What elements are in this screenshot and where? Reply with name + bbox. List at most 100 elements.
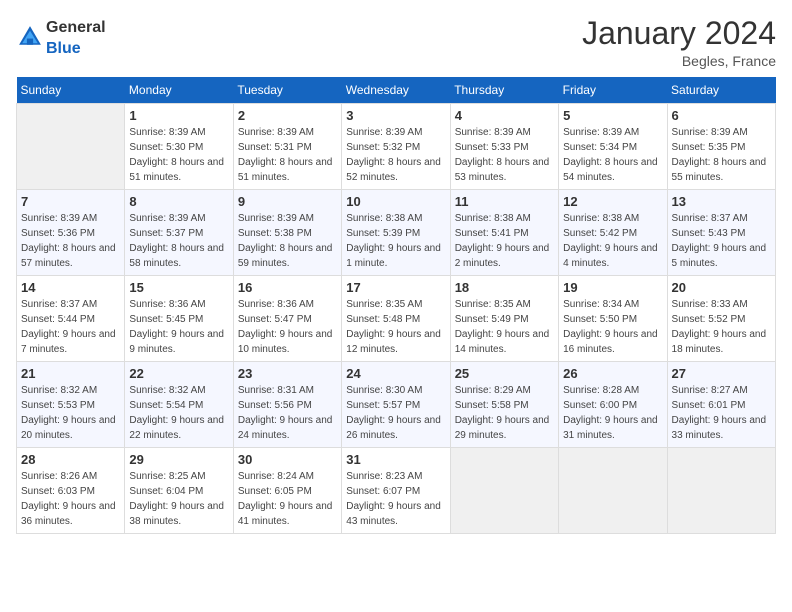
day-number: 7: [21, 194, 120, 209]
day-number: 15: [129, 280, 228, 295]
week-row-4: 21 Sunrise: 8:32 AMSunset: 5:53 PMDayligh…: [17, 362, 776, 448]
day-cell: 2 Sunrise: 8:39 AMSunset: 5:31 PMDaylight…: [233, 104, 341, 190]
day-cell: 6Sunrise: 8:39 AMSunset: 5:35 PMDaylight…: [667, 104, 775, 190]
day-info: Sunrise: 8:38 AMSunset: 5:42 PMDaylight:…: [563, 211, 662, 271]
day-cell: 27 Sunrise: 8:27 AMSunset: 6:01 PMDayligh…: [667, 362, 775, 448]
page-header: General Blue January 2024 Begles, France: [16, 16, 776, 69]
day-info: Sunrise: 8:39 AMSunset: 5:37 PMDaylight:…: [129, 211, 228, 271]
weekday-header-row: SundayMondayTuesdayWednesdayThursdayFrid…: [17, 77, 776, 104]
day-info: Sunrise: 8:28 AMSunset: 6:00 PMDaylight:…: [563, 383, 662, 443]
day-cell: 7 Sunrise: 8:39 AMSunset: 5:36 PMDaylight…: [17, 190, 125, 276]
day-info: Sunrise: 8:39 AMSunset: 5:30 PMDaylight:…: [129, 125, 228, 185]
day-cell: 10 Sunrise: 8:38 AMSunset: 5:39 PMDayligh…: [342, 190, 450, 276]
day-cell: 11Sunrise: 8:38 AMSunset: 5:41 PMDayligh…: [450, 190, 558, 276]
day-info: Sunrise: 8:36 AMSunset: 5:47 PMDaylight:…: [238, 297, 337, 357]
day-info: Sunrise: 8:36 AMSunset: 5:45 PMDaylight:…: [129, 297, 228, 357]
day-number: 1: [129, 108, 228, 123]
day-cell: 20 Sunrise: 8:33 AMSunset: 5:52 PMDayligh…: [667, 276, 775, 362]
day-number: 23: [238, 366, 337, 381]
day-info: Sunrise: 8:39 AMSunset: 5:36 PMDaylight:…: [21, 211, 120, 271]
day-info: Sunrise: 8:32 AMSunset: 5:53 PMDaylight:…: [21, 383, 120, 443]
day-cell: 13Sunrise: 8:37 AMSunset: 5:43 PMDayligh…: [667, 190, 775, 276]
day-info: Sunrise: 8:37 AMSunset: 5:44 PMDaylight:…: [21, 297, 120, 357]
title-block: January 2024 Begles, France: [582, 16, 776, 69]
day-info: Sunrise: 8:32 AMSunset: 5:54 PMDaylight:…: [129, 383, 228, 443]
day-number: 2: [238, 108, 337, 123]
day-cell: 9 Sunrise: 8:39 AMSunset: 5:38 PMDaylight…: [233, 190, 341, 276]
day-number: 24: [346, 366, 445, 381]
day-number: 28: [21, 452, 120, 467]
day-info: Sunrise: 8:38 AMSunset: 5:39 PMDaylight:…: [346, 211, 445, 271]
day-number: 10: [346, 194, 445, 209]
day-info: Sunrise: 8:31 AMSunset: 5:56 PMDaylight:…: [238, 383, 337, 443]
day-cell: [559, 448, 667, 534]
day-info: Sunrise: 8:27 AMSunset: 6:01 PMDaylight:…: [672, 383, 771, 443]
day-cell: 22Sunrise: 8:32 AMSunset: 5:54 PMDayligh…: [125, 362, 233, 448]
day-number: 17: [346, 280, 445, 295]
day-cell: 12 Sunrise: 8:38 AMSunset: 5:42 PMDayligh…: [559, 190, 667, 276]
day-info: Sunrise: 8:30 AMSunset: 5:57 PMDaylight:…: [346, 383, 445, 443]
day-cell: 21 Sunrise: 8:32 AMSunset: 5:53 PMDayligh…: [17, 362, 125, 448]
day-info: Sunrise: 8:37 AMSunset: 5:43 PMDaylight:…: [672, 211, 771, 271]
day-info: Sunrise: 8:39 AMSunset: 5:33 PMDaylight:…: [455, 125, 554, 185]
day-number: 29: [129, 452, 228, 467]
day-cell: [667, 448, 775, 534]
day-cell: [17, 104, 125, 190]
day-cell: 25Sunrise: 8:29 AMSunset: 5:58 PMDayligh…: [450, 362, 558, 448]
day-info: Sunrise: 8:39 AMSunset: 5:34 PMDaylight:…: [563, 125, 662, 185]
weekday-header-monday: Monday: [125, 77, 233, 104]
day-number: 9: [238, 194, 337, 209]
day-number: 26: [563, 366, 662, 381]
logo: General Blue: [16, 16, 106, 58]
day-number: 30: [238, 452, 337, 467]
day-cell: 24 Sunrise: 8:30 AMSunset: 5:57 PMDayligh…: [342, 362, 450, 448]
day-number: 5: [563, 108, 662, 123]
day-cell: 19Sunrise: 8:34 AMSunset: 5:50 PMDayligh…: [559, 276, 667, 362]
day-cell: 16 Sunrise: 8:36 AMSunset: 5:47 PMDayligh…: [233, 276, 341, 362]
day-number: 20: [672, 280, 771, 295]
day-cell: 1 Sunrise: 8:39 AMSunset: 5:30 PMDaylight…: [125, 104, 233, 190]
day-info: Sunrise: 8:26 AMSunset: 6:03 PMDaylight:…: [21, 469, 120, 529]
day-cell: 17 Sunrise: 8:35 AMSunset: 5:48 PMDayligh…: [342, 276, 450, 362]
day-cell: 28 Sunrise: 8:26 AMSunset: 6:03 PMDayligh…: [17, 448, 125, 534]
logo-icon: [16, 23, 44, 51]
day-info: Sunrise: 8:33 AMSunset: 5:52 PMDaylight:…: [672, 297, 771, 357]
day-info: Sunrise: 8:35 AMSunset: 5:48 PMDaylight:…: [346, 297, 445, 357]
weekday-header-sunday: Sunday: [17, 77, 125, 104]
day-cell: [450, 448, 558, 534]
week-row-1: 1 Sunrise: 8:39 AMSunset: 5:30 PMDaylight…: [17, 104, 776, 190]
day-number: 27: [672, 366, 771, 381]
day-info: Sunrise: 8:29 AMSunset: 5:58 PMDaylight:…: [455, 383, 554, 443]
day-number: 4: [455, 108, 554, 123]
day-info: Sunrise: 8:39 AMSunset: 5:35 PMDaylight:…: [672, 125, 771, 185]
day-cell: 30 Sunrise: 8:24 AMSunset: 6:05 PMDayligh…: [233, 448, 341, 534]
day-info: Sunrise: 8:35 AMSunset: 5:49 PMDaylight:…: [455, 297, 554, 357]
day-cell: 31Sunrise: 8:23 AMSunset: 6:07 PMDayligh…: [342, 448, 450, 534]
day-cell: 4 Sunrise: 8:39 AMSunset: 5:33 PMDaylight…: [450, 104, 558, 190]
weekday-header-tuesday: Tuesday: [233, 77, 341, 104]
day-number: 19: [563, 280, 662, 295]
logo-general-text: General: [46, 19, 106, 36]
day-cell: 8 Sunrise: 8:39 AMSunset: 5:37 PMDaylight…: [125, 190, 233, 276]
day-number: 8: [129, 194, 228, 209]
day-number: 16: [238, 280, 337, 295]
day-info: Sunrise: 8:39 AMSunset: 5:38 PMDaylight:…: [238, 211, 337, 271]
day-number: 18: [455, 280, 554, 295]
day-info: Sunrise: 8:39 AMSunset: 5:32 PMDaylight:…: [346, 125, 445, 185]
day-info: Sunrise: 8:39 AMSunset: 5:31 PMDaylight:…: [238, 125, 337, 185]
day-info: Sunrise: 8:24 AMSunset: 6:05 PMDaylight:…: [238, 469, 337, 529]
weekday-header-saturday: Saturday: [667, 77, 775, 104]
week-row-3: 14Sunrise: 8:37 AMSunset: 5:44 PMDayligh…: [17, 276, 776, 362]
day-cell: 26 Sunrise: 8:28 AMSunset: 6:00 PMDayligh…: [559, 362, 667, 448]
day-info: Sunrise: 8:38 AMSunset: 5:41 PMDaylight:…: [455, 211, 554, 271]
calendar-table: SundayMondayTuesdayWednesdayThursdayFrid…: [16, 77, 776, 534]
day-cell: 5 Sunrise: 8:39 AMSunset: 5:34 PMDaylight…: [559, 104, 667, 190]
day-number: 12: [563, 194, 662, 209]
day-info: Sunrise: 8:25 AMSunset: 6:04 PMDaylight:…: [129, 469, 228, 529]
day-info: Sunrise: 8:23 AMSunset: 6:07 PMDaylight:…: [346, 469, 445, 529]
weekday-header-wednesday: Wednesday: [342, 77, 450, 104]
day-number: 21: [21, 366, 120, 381]
location: Begles, France: [582, 53, 776, 69]
weekday-header-friday: Friday: [559, 77, 667, 104]
day-cell: 29 Sunrise: 8:25 AMSunset: 6:04 PMDayligh…: [125, 448, 233, 534]
